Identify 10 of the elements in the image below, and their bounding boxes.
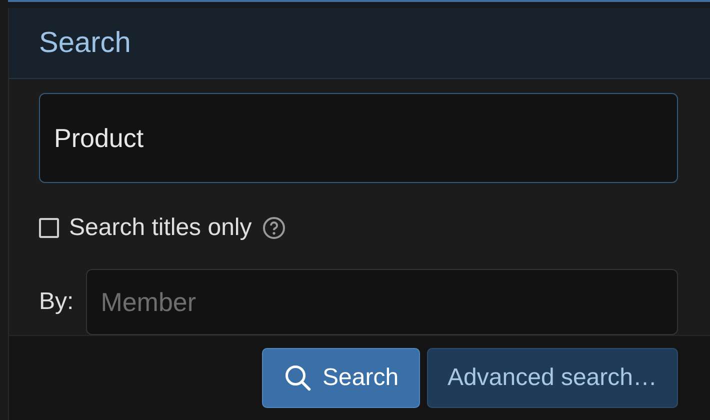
checkbox-label: Search titles only [69, 214, 252, 242]
advanced-search-button[interactable]: Advanced search… [426, 348, 678, 408]
checkbox[interactable] [39, 218, 59, 238]
by-label: By: [39, 288, 74, 316]
member-field[interactable]: Member [86, 269, 678, 335]
search-field[interactable]: Product [39, 93, 678, 183]
popup-title: Search [39, 26, 131, 60]
search-button[interactable]: Search [262, 348, 420, 408]
help-icon[interactable] [262, 216, 286, 240]
search-icon [282, 363, 312, 393]
